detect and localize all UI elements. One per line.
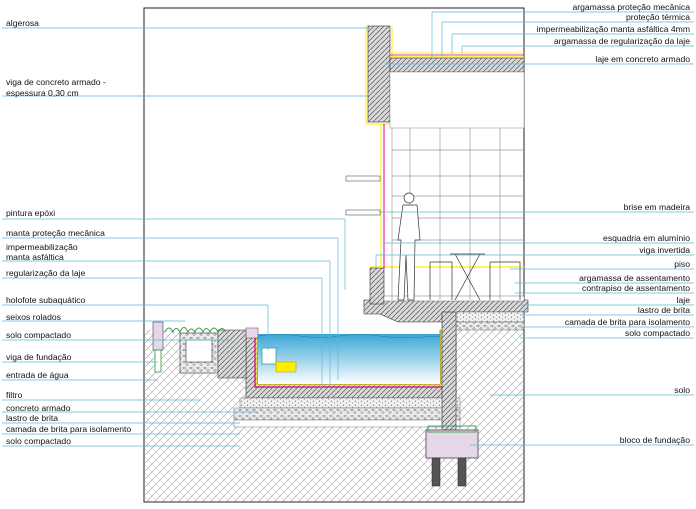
label-argamassa-protecao: argamassa proteção mecânica xyxy=(572,2,690,12)
label-lastro-brita-2: lastro de brita xyxy=(638,305,690,315)
right-labels: argamassa proteção mecânica proteção tér… xyxy=(537,2,691,445)
label-camada-brita-2: camada de brita para isolamento xyxy=(565,317,690,327)
label-camada-brita-1: camada de brita para isolamento xyxy=(6,424,131,434)
underwater-light-symbol xyxy=(261,347,277,365)
label-viga-fundacao: viga de fundação xyxy=(6,352,72,362)
label-entrada-agua: entrada de água xyxy=(6,370,69,380)
label-viga-espessura: espessura 0,30 cm xyxy=(6,88,79,98)
foundation-block xyxy=(425,429,479,459)
label-manta-asfaltica: manta asfáltica xyxy=(6,252,64,262)
label-filtro: filtro xyxy=(6,390,22,400)
label-seixos: seixos rolados xyxy=(6,312,61,322)
label-concreto-armado: concreto armado xyxy=(6,403,71,413)
label-regularizacao-laje: regularização da laje xyxy=(6,268,86,278)
label-esquadria: esquadria em alumínio xyxy=(603,233,690,243)
label-impermeabilizacao-manta: impermeabilização manta asfáltica 4mm xyxy=(537,24,690,34)
pool-water xyxy=(258,334,440,384)
label-lastro-brita-1: lastro de brita xyxy=(6,413,58,423)
label-pintura-epoxi: pintura epóxi xyxy=(6,208,55,218)
label-solo: solo xyxy=(674,385,690,395)
section-drawing: algerosa viga de concreto armado - espes… xyxy=(2,2,694,503)
label-viga-invertida: viga invertida xyxy=(639,245,690,255)
label-laje: laje xyxy=(677,295,691,305)
label-protecao-termica: proteção térmica xyxy=(626,12,690,22)
label-viga-concreto: viga de concreto armado - xyxy=(6,77,106,87)
label-laje-concreto: laje em concreto armado xyxy=(595,54,690,64)
label-piso: piso xyxy=(674,259,690,269)
label-argamassa-regularizacao: argamassa de regularização da laje xyxy=(554,36,690,46)
label-solo-compactado-1: solo compactado xyxy=(6,330,71,340)
label-holofote: holofote subaquático xyxy=(6,295,86,305)
label-argamassa-assentamento: argamassa de assentamento xyxy=(579,273,690,283)
label-contrapiso: contrapiso de assentamento xyxy=(582,283,690,293)
left-labels: algerosa viga de concreto armado - espes… xyxy=(6,18,131,446)
label-bloco-fundacao: bloco de fundação xyxy=(620,435,690,445)
label-brise: brise em madeira xyxy=(624,202,691,212)
label-solo-compactado-3: solo compactado xyxy=(625,328,690,338)
label-impermeabilizacao: impermeabilização xyxy=(6,242,78,252)
label-algerosa: algerosa xyxy=(6,18,39,28)
label-solo-compactado-2: solo compactado xyxy=(6,436,71,446)
label-manta-protecao: manta proteção mecânica xyxy=(6,228,105,238)
